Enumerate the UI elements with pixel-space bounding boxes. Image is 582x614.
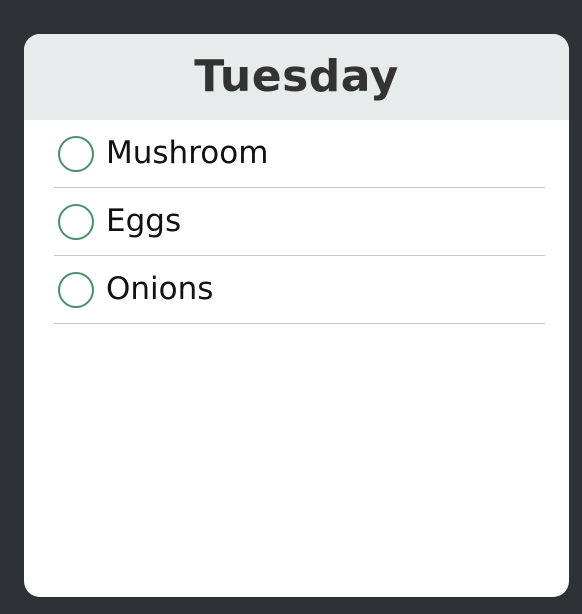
day-title: Tuesday (194, 51, 399, 102)
card-header: Tuesday (24, 34, 569, 120)
day-card: Tuesday Mushroom Eggs Onions (24, 34, 569, 597)
checkbox-circle-icon[interactable] (58, 271, 94, 308)
task-list: Mushroom Eggs Onions (24, 120, 569, 324)
task-label[interactable]: Eggs (106, 206, 181, 237)
list-item: Onions (54, 256, 545, 324)
task-label[interactable]: Mushroom (106, 138, 268, 169)
list-item: Eggs (54, 188, 545, 256)
task-label[interactable]: Onions (106, 274, 213, 305)
checkbox-circle-icon[interactable] (58, 203, 94, 240)
list-item: Mushroom (54, 120, 545, 188)
checkbox-circle-icon[interactable] (58, 135, 94, 172)
